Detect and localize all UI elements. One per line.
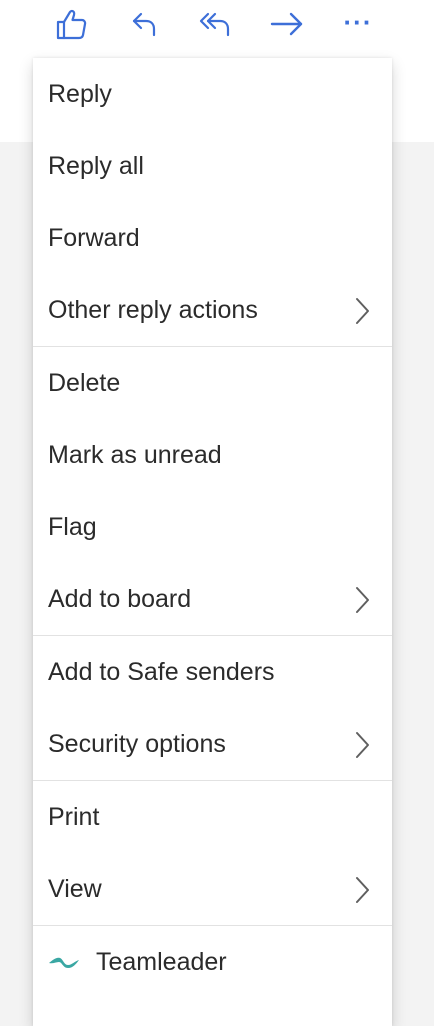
- menu-item-add-to-board[interactable]: Add to board: [33, 563, 392, 635]
- more-ellipsis-icon: ···: [343, 6, 373, 37]
- menu-item-label: Other reply actions: [48, 295, 258, 324]
- chevron-right-icon: [352, 296, 372, 326]
- menu-item-mark-as-unread[interactable]: Mark as unread: [33, 419, 392, 491]
- reading-pane-background-right: [392, 142, 434, 1026]
- forward-arrow-icon: [269, 8, 305, 40]
- more-actions-button[interactable]: ···: [338, 4, 378, 44]
- reply-all-button[interactable]: [196, 4, 236, 44]
- chevron-right-icon: [352, 875, 372, 905]
- menu-item-label: Delete: [48, 368, 121, 397]
- menu-item-label: Flag: [48, 512, 97, 541]
- menu-item-security-options[interactable]: Security options: [33, 708, 392, 780]
- thumbs-up-icon: [54, 7, 88, 41]
- chevron-right-icon: [352, 585, 372, 615]
- menu-item-label: Teamleader: [96, 947, 227, 976]
- menu-item-forward[interactable]: Forward: [33, 202, 392, 274]
- menu-item-flag[interactable]: Flag: [33, 491, 392, 563]
- menu-item-reply[interactable]: Reply: [33, 58, 392, 130]
- menu-item-label: View: [48, 874, 102, 903]
- menu-item-label: Security options: [48, 729, 226, 758]
- menu-item-label: Reply: [48, 79, 112, 108]
- menu-item-delete[interactable]: Delete: [33, 347, 392, 419]
- message-action-toolbar: ···: [0, 0, 434, 52]
- menu-item-reply-all[interactable]: Reply all: [33, 130, 392, 202]
- menu-item-print[interactable]: Print: [33, 781, 392, 853]
- menu-item-label: Print: [48, 802, 100, 831]
- menu-item-label: Forward: [48, 223, 140, 252]
- reply-all-icon: [198, 8, 234, 40]
- menu-item-view[interactable]: View: [33, 853, 392, 925]
- chevron-right-icon: [352, 730, 372, 760]
- context-menu: Reply Reply all Forward Other reply acti…: [33, 58, 392, 1026]
- reading-pane-background: [0, 142, 34, 1026]
- menu-item-label: Add to board: [48, 584, 192, 613]
- menu-item-label: Mark as unread: [48, 440, 222, 469]
- forward-button[interactable]: [267, 4, 307, 44]
- teamleader-logo-icon: [48, 952, 80, 972]
- menu-item-teamleader[interactable]: Teamleader: [33, 926, 392, 998]
- reply-button[interactable]: [124, 4, 164, 44]
- menu-item-label: Reply all: [48, 151, 144, 180]
- menu-item-label: Add to Safe senders: [48, 657, 275, 686]
- like-button[interactable]: [51, 4, 91, 44]
- reply-icon: [128, 8, 160, 40]
- menu-item-other-reply-actions[interactable]: Other reply actions: [33, 274, 392, 346]
- menu-item-add-to-safe-senders[interactable]: Add to Safe senders: [33, 636, 392, 708]
